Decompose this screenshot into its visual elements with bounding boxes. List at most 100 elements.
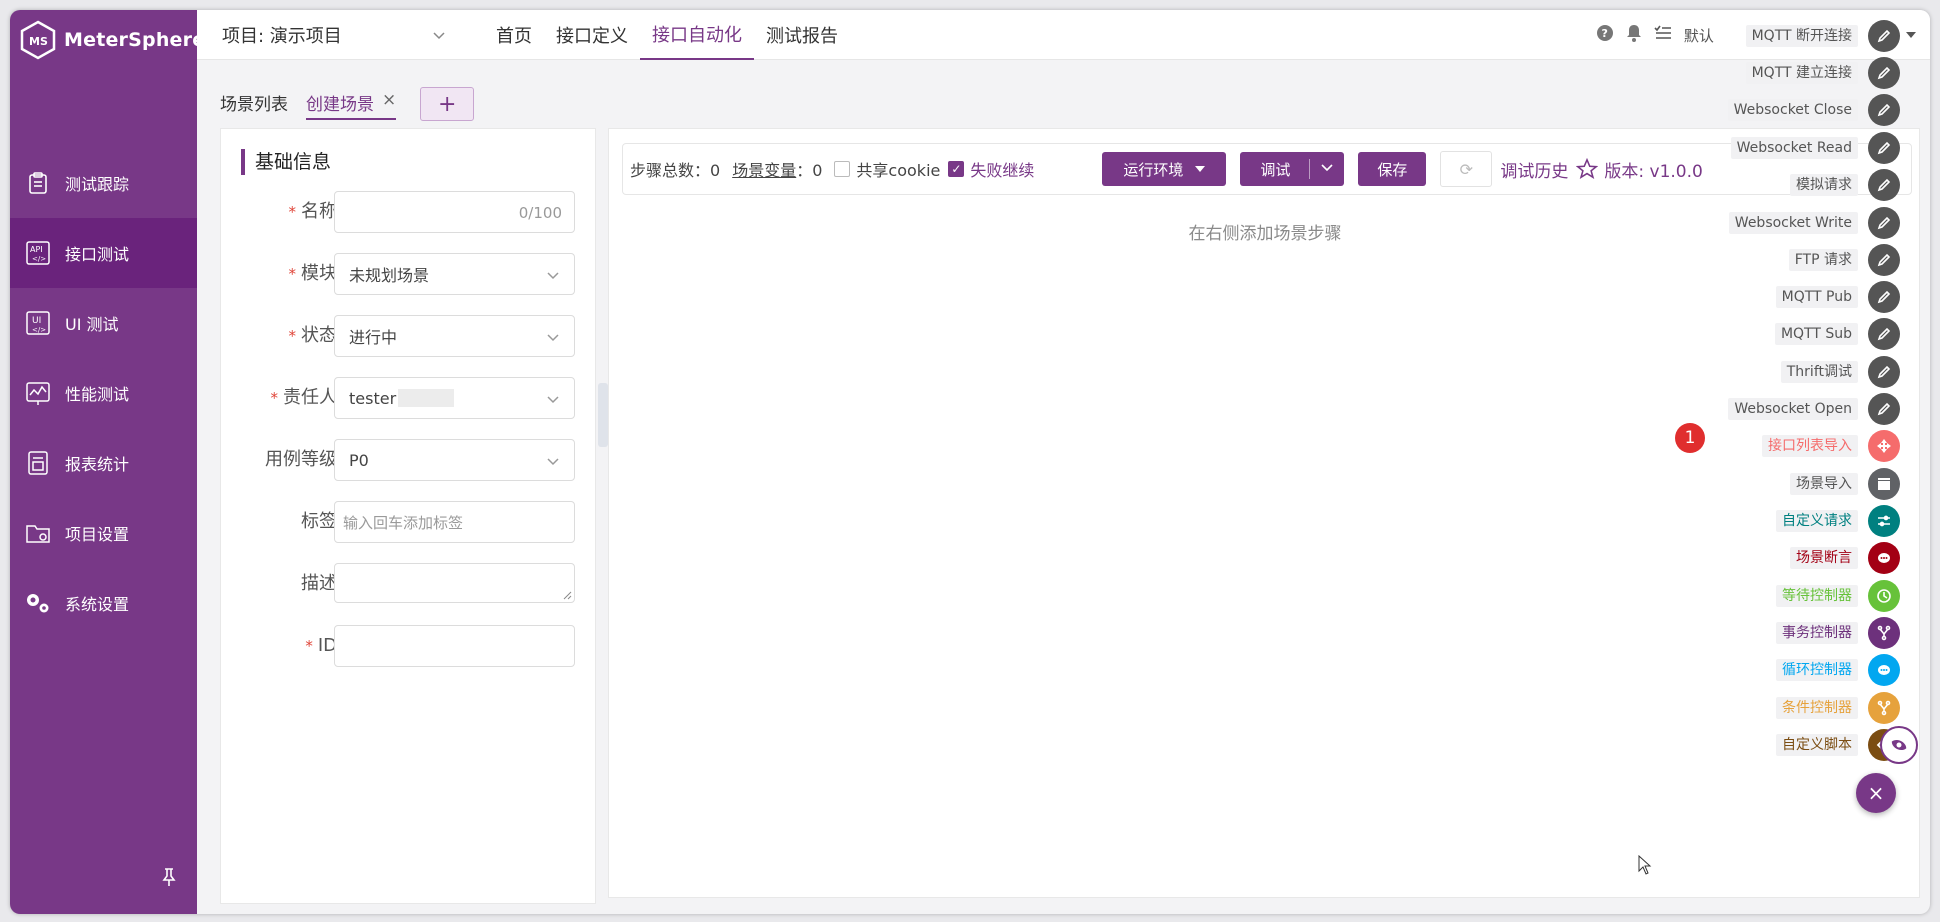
edit-icon[interactable]: [1868, 94, 1900, 126]
step-menu-label[interactable]: 自定义脚本: [1776, 734, 1858, 756]
step-menu-label[interactable]: Websocket Read: [1730, 137, 1858, 159]
workspace-list-icon[interactable]: [1654, 25, 1672, 45]
topnav-api-definition[interactable]: 接口定义: [544, 10, 640, 60]
sidebar-item-test-track[interactable]: 测试跟踪: [10, 148, 197, 218]
help-icon[interactable]: ?: [1596, 24, 1614, 46]
step-menu-item[interactable]: Websocket Read: [1700, 132, 1900, 164]
step-menu-item[interactable]: 等待控制器: [1700, 580, 1900, 612]
app-logo[interactable]: MS MeterSphere: [20, 18, 205, 62]
panel-collapse-handle[interactable]: [598, 383, 608, 447]
step-menu-label[interactable]: Websocket Write: [1728, 212, 1858, 234]
owner-select[interactable]: tester: [334, 377, 575, 419]
share-cookie-checkbox[interactable]: 共享cookie: [834, 157, 940, 181]
step-menu-label[interactable]: MQTT 建立连接: [1745, 62, 1858, 84]
step-menu-label[interactable]: 接口列表导入: [1762, 435, 1858, 457]
resize-handle-icon[interactable]: [562, 590, 572, 600]
condition-icon[interactable]: [1868, 692, 1900, 724]
step-menu-label[interactable]: 等待控制器: [1776, 585, 1858, 607]
step-menu-label[interactable]: 场景导入: [1790, 473, 1858, 495]
project-select[interactable]: 项目: 演示项目: [222, 10, 452, 60]
close-icon[interactable]: ×: [382, 90, 396, 110]
step-menu-label[interactable]: Websocket Open: [1728, 398, 1858, 420]
clock-icon[interactable]: [1868, 580, 1900, 612]
step-menu-item[interactable]: MQTT Sub: [1700, 318, 1900, 350]
tab-scenario-list[interactable]: 场景列表: [220, 78, 288, 120]
assert-icon[interactable]: [1868, 542, 1900, 574]
step-menu-item[interactable]: MQTT 建立连接: [1700, 57, 1900, 89]
close-step-menu-button[interactable]: ×: [1856, 773, 1896, 813]
edit-icon[interactable]: [1868, 393, 1900, 425]
add-tab-button[interactable]: +: [420, 87, 475, 121]
description-textarea[interactable]: [334, 563, 575, 603]
tags-input[interactable]: 输入回车添加标签: [334, 501, 575, 543]
debug-history-link[interactable]: 调试历史: [1500, 157, 1568, 182]
step-menu-item[interactable]: Websocket Open: [1700, 393, 1900, 425]
edit-icon[interactable]: [1868, 20, 1900, 52]
edit-icon[interactable]: [1868, 207, 1900, 239]
status-select[interactable]: 进行中: [334, 315, 575, 357]
branch-icon[interactable]: [1868, 617, 1900, 649]
import-icon[interactable]: [1868, 430, 1900, 462]
sidebar-item-api-test[interactable]: API </> 接口测试: [10, 218, 197, 288]
step-menu-label[interactable]: 条件控制器: [1776, 697, 1858, 719]
step-menu-label[interactable]: 自定义请求: [1776, 510, 1858, 532]
edit-icon[interactable]: [1868, 57, 1900, 89]
step-menu-item[interactable]: 事务控制器: [1700, 617, 1900, 649]
step-menu-label[interactable]: 场景断言: [1790, 547, 1858, 569]
step-menu-label[interactable]: FTP 请求: [1788, 249, 1858, 271]
sidebar-item-performance[interactable]: 性能测试: [10, 358, 197, 428]
step-menu-label[interactable]: MQTT Sub: [1774, 323, 1858, 345]
debug-button[interactable]: 调试: [1240, 152, 1345, 186]
sidebar-item-ui-test[interactable]: UI </> UI 测试: [10, 288, 197, 358]
step-menu-item[interactable]: FTP 请求: [1700, 244, 1900, 276]
id-input[interactable]: [334, 625, 575, 667]
sidebar-item-project-settings[interactable]: 项目设置: [10, 498, 197, 568]
step-menu-item[interactable]: MQTT 断开连接: [1700, 20, 1900, 52]
scene-variables[interactable]: 场景变量：0: [732, 157, 822, 181]
run-environment-button[interactable]: 运行环境: [1102, 152, 1227, 186]
edit-icon[interactable]: [1868, 132, 1900, 164]
pin-icon[interactable]: [158, 866, 180, 888]
step-menu-item[interactable]: Thrift调试: [1700, 356, 1900, 388]
topnav-test-report[interactable]: 测试报告: [754, 10, 850, 60]
step-menu-item[interactable]: 条件控制器: [1700, 692, 1900, 724]
step-menu-item[interactable]: MQTT Pub: [1700, 281, 1900, 313]
step-menu-item[interactable]: 接口列表导入: [1700, 430, 1900, 462]
movie-icon[interactable]: [1868, 468, 1900, 500]
topnav-api-automation[interactable]: 接口自动化: [640, 10, 754, 60]
eye-icon[interactable]: [1880, 726, 1918, 764]
edit-icon[interactable]: [1868, 318, 1900, 350]
step-menu-item[interactable]: 场景断言: [1700, 542, 1900, 574]
edit-icon[interactable]: [1868, 244, 1900, 276]
topnav-home[interactable]: 首页: [484, 10, 544, 60]
save-button[interactable]: 保存: [1358, 152, 1427, 186]
sliders-icon[interactable]: [1868, 505, 1900, 537]
chevron-down-icon[interactable]: [1320, 160, 1334, 174]
sidebar-item-reports[interactable]: 报表统计: [10, 428, 197, 498]
step-menu-item[interactable]: Websocket Write: [1700, 207, 1900, 239]
step-menu-item[interactable]: 模拟请求: [1700, 169, 1900, 201]
edit-icon[interactable]: [1868, 169, 1900, 201]
step-menu-item[interactable]: 循环控制器: [1700, 654, 1900, 686]
tab-create-scenario[interactable]: 创建场景 ×: [306, 78, 397, 120]
step-menu-label[interactable]: 事务控制器: [1776, 622, 1858, 644]
step-menu-label[interactable]: Thrift调试: [1780, 361, 1858, 383]
version-selector[interactable]: 版本: v1.0.0: [1576, 157, 1703, 182]
edit-icon[interactable]: [1868, 356, 1900, 388]
bell-icon[interactable]: [1626, 24, 1642, 46]
module-select[interactable]: 未规划场景: [334, 253, 575, 295]
name-input[interactable]: 0/100: [334, 191, 575, 233]
level-select[interactable]: P0: [334, 439, 575, 481]
step-menu-label[interactable]: Websocket Close: [1727, 99, 1858, 121]
step-menu-item[interactable]: Websocket Close: [1700, 94, 1900, 126]
fail-continue-checkbox[interactable]: ✓ 失败继续: [948, 157, 1034, 181]
step-menu-label[interactable]: 循环控制器: [1776, 659, 1858, 681]
sidebar-item-system-settings[interactable]: 系统设置: [10, 568, 197, 638]
loop-icon[interactable]: [1868, 654, 1900, 686]
step-menu-label[interactable]: MQTT Pub: [1775, 286, 1858, 308]
refresh-icon[interactable]: ⟳: [1440, 151, 1493, 187]
edit-icon[interactable]: [1868, 281, 1900, 313]
step-menu-item[interactable]: 自定义脚本: [1700, 729, 1900, 761]
step-menu-label[interactable]: 模拟请求: [1790, 174, 1858, 196]
step-menu-item[interactable]: 场景导入: [1700, 468, 1900, 500]
